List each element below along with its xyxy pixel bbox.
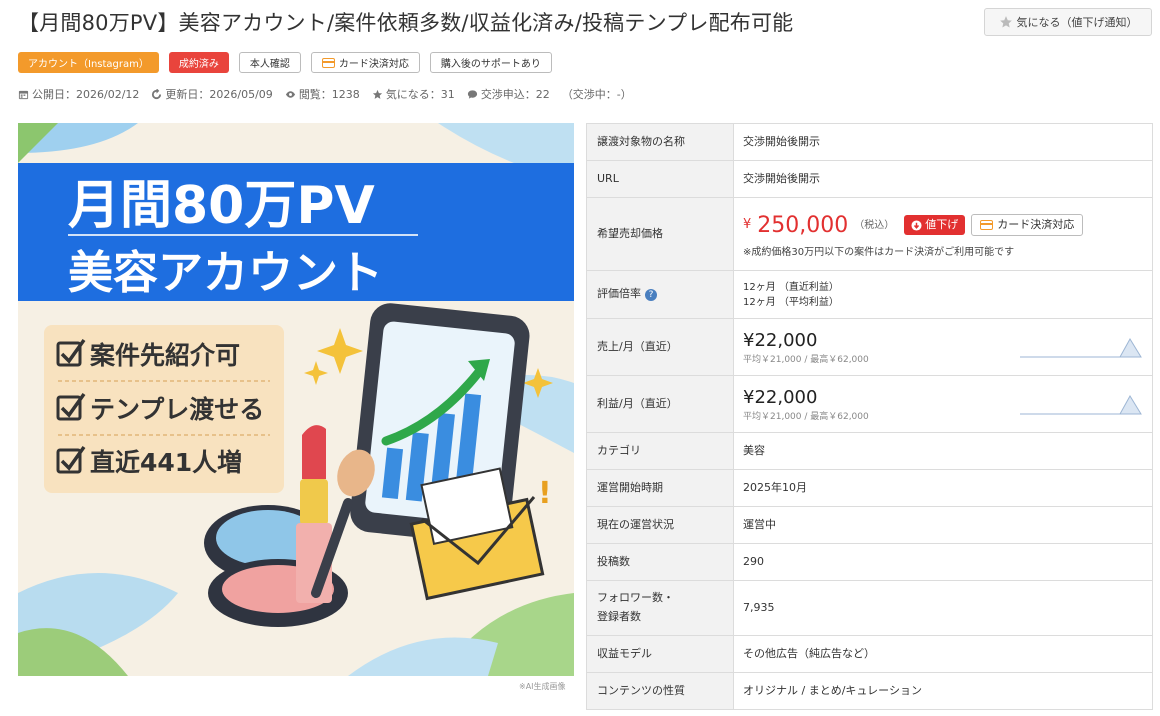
row-value: 2025年10月 <box>743 480 807 494</box>
card-payment-badge: カード決済対応 <box>971 214 1084 236</box>
tag-card-label: カード決済対応 <box>338 59 409 70</box>
price-note: ※成約価格30万円以下の案件はカード決済がご利用可能です <box>743 246 1015 258</box>
ai-generated-note: ※AI生成画像 <box>519 682 566 691</box>
row-value: オリジナル / まとめ/キュレーション <box>743 683 922 697</box>
calendar-icon <box>18 90 29 99</box>
meta-negotiating: （交渉中：-） <box>561 88 632 101</box>
price-currency: ¥ <box>743 217 752 233</box>
table-row-name: 譲渡対象物の名称 交渉開始後開示 <box>587 124 1152 161</box>
row-label: 現在の運営状況 <box>587 507 734 543</box>
star-icon <box>999 16 1012 28</box>
row-label: 売上/月（直近） <box>587 319 734 375</box>
table-row-status: 現在の運営状況 運営中 <box>587 507 1152 544</box>
row-label: カテゴリ <box>587 433 734 469</box>
row-value: 交渉開始後開示 <box>743 171 820 185</box>
tag-sold: 成約済み <box>168 52 229 73</box>
hero-illustration: 月間80万PV 美容アカウント 案件先紹介可 テンプレ渡せる 直近441人増 ! <box>18 123 574 676</box>
table-row-multiple: 評価倍率 ? 12ヶ月 （直近利益） 12ヶ月 （平均利益） <box>587 271 1152 319</box>
row-value: 290 <box>743 554 764 568</box>
star-icon <box>372 89 382 99</box>
meta-views: 閲覧：1238 <box>285 86 360 102</box>
row-value: 7,935 <box>743 600 775 614</box>
refresh-icon <box>152 88 162 99</box>
row-label: 評価倍率 ? <box>587 271 734 318</box>
tag-card-payment: カード決済対応 <box>310 52 420 73</box>
hero-check-1: 案件先紹介可 <box>89 341 240 370</box>
hero-headline-1: 月間80万PV <box>68 176 375 236</box>
chat-icon <box>467 89 477 99</box>
table-row-category: カテゴリ 美容 <box>587 433 1152 470</box>
table-row-followers: フォロワー数・ 登録者数 7,935 <box>587 581 1152 636</box>
credit-card-icon <box>321 57 335 68</box>
price-value: 250,000 <box>757 212 849 238</box>
hero-check-2: テンプレ渡せる <box>90 395 264 424</box>
row-value: 12ヶ月 （直近利益） 12ヶ月 （平均利益） <box>743 281 839 308</box>
row-label: フォロワー数・ 登録者数 <box>587 581 734 635</box>
eye-icon <box>285 90 295 98</box>
tag-list: アカウント（Instagram） 成約済み 本人確認 カード決済対応 購入後のサ… <box>18 52 552 73</box>
profit-sparkline <box>1020 395 1142 415</box>
table-row-sales: 売上/月（直近） ¥22,000 平均￥21,000 / 最高￥62,000 <box>587 319 1152 376</box>
row-value: 美容 <box>743 443 765 457</box>
row-value: ¥22,000 平均￥21,000 / 最高￥62,000 <box>734 376 1152 432</box>
help-icon[interactable]: ? <box>645 288 657 301</box>
page-title: 【月間80万PV】美容アカウント/案件依頼多数/収益化済み/投稿テンプレ配布可能 <box>18 11 794 35</box>
row-value: 運営中 <box>743 517 776 531</box>
table-row-url: URL 交渉開始後開示 <box>587 161 1152 198</box>
listing-meta: 公開日：2026/02/12 更新日：2026/05/09 閲覧：1238 気に… <box>18 86 632 102</box>
meta-favorites: 気になる：31 <box>372 86 455 102</box>
favorite-button-label: 気になる（値下げ通知） <box>1016 16 1138 29</box>
sales-sparkline <box>1020 338 1142 358</box>
meta-published: 公開日：2026/02/12 <box>18 86 139 102</box>
meta-negotiations: 交渉申込：22 <box>467 86 550 102</box>
meta-updated: 更新日：2026/05/09 <box>151 86 273 102</box>
table-row-revenue: 収益モデル その他広告（純広告など） <box>587 636 1152 673</box>
price-tax: （税込） <box>854 219 895 231</box>
price-down-badge: 値下げ <box>904 215 966 235</box>
listing-hero-image: 月間80万PV 美容アカウント 案件先紹介可 テンプレ渡せる 直近441人増 ! <box>18 123 574 676</box>
row-label: 利益/月（直近） <box>587 376 734 432</box>
svg-text:!: ! <box>538 476 552 511</box>
hero-headline-2: 美容アカウント <box>68 246 383 299</box>
details-table: 譲渡対象物の名称 交渉開始後開示 URL 交渉開始後開示 希望売却価格 ¥ 25… <box>586 123 1153 710</box>
tag-verified: 本人確認 <box>238 52 301 73</box>
row-label: URL <box>587 161 734 197</box>
row-value: 交渉開始後開示 <box>743 134 820 148</box>
arrow-down-circle-icon <box>911 219 922 231</box>
table-row-price: 希望売却価格 ¥ 250,000 （税込） 値下げ カード決済対応 ※成約価格3… <box>587 198 1152 271</box>
hero-check-3: 直近441人増 <box>90 448 242 477</box>
row-label: 投稿数 <box>587 544 734 580</box>
tag-support: 購入後のサポートあり <box>429 52 552 73</box>
row-label: 希望売却価格 <box>587 198 734 270</box>
row-label: 運営開始時期 <box>587 470 734 506</box>
favorite-button[interactable]: 気になる（値下げ通知） <box>984 8 1152 36</box>
table-row-content: コンテンツの性質 オリジナル / まとめ/キュレーション <box>587 673 1152 710</box>
table-row-profit: 利益/月（直近） ¥22,000 平均￥21,000 / 最高￥62,000 <box>587 376 1152 433</box>
row-label: 譲渡対象物の名称 <box>587 124 734 160</box>
row-label: コンテンツの性質 <box>587 673 734 709</box>
table-row-posts: 投稿数 290 <box>587 544 1152 581</box>
tag-platform: アカウント（Instagram） <box>18 52 159 73</box>
row-value: その他広告（純広告など） <box>743 646 875 660</box>
row-value: ¥ 250,000 （税込） 値下げ カード決済対応 ※成約価格30万円以下の案… <box>734 198 1152 270</box>
credit-card-icon <box>980 220 994 230</box>
row-label: 収益モデル <box>587 636 734 672</box>
table-row-start: 運営開始時期 2025年10月 <box>587 470 1152 507</box>
row-value: ¥22,000 平均￥21,000 / 最高￥62,000 <box>734 319 1152 375</box>
